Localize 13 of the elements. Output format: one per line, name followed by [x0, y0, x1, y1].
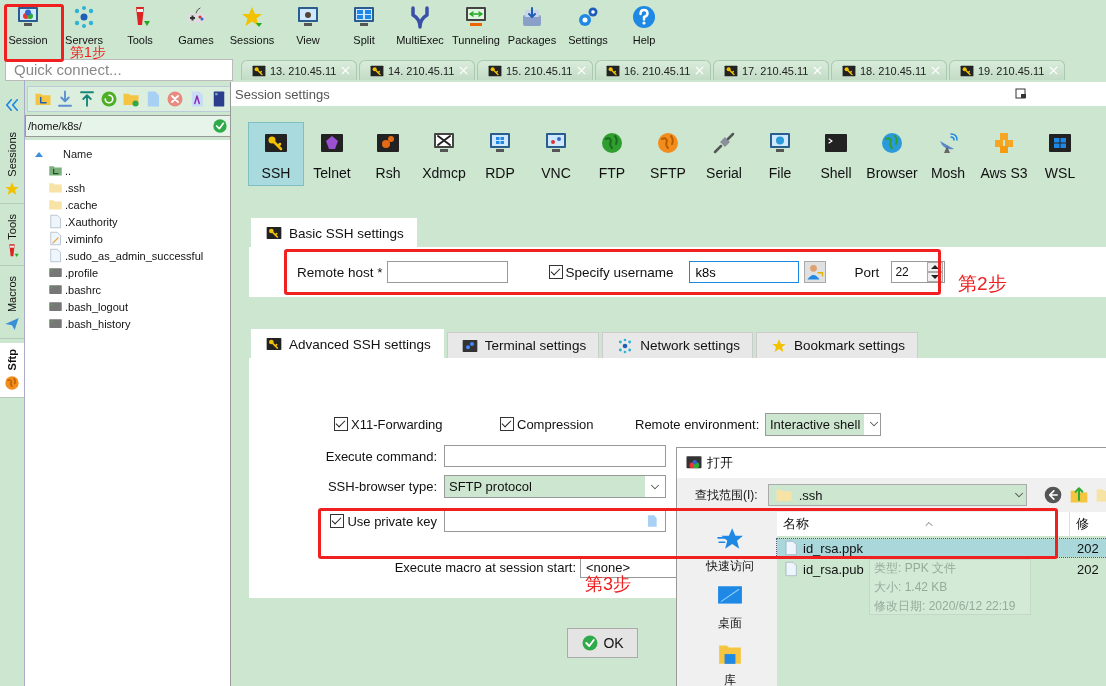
step-label: 第3步: [585, 573, 631, 596]
field-label: Execute command:: [324, 448, 437, 464]
step-label: 第2步: [958, 272, 1007, 296]
dialog-title: 打开: [707, 454, 733, 472]
field-label: 查找范围(I):: [695, 486, 758, 504]
field-label: Execute macro at session start:: [393, 559, 576, 575]
dialog-title: Session settings: [235, 86, 330, 102]
step-label: 第1步: [70, 45, 106, 59]
field-label: Remote host *: [297, 264, 383, 280]
tooltip: 类型: PPK 文件 大小: 1.42 KB 修改日期: 2020/6/12 22:19: [869, 559, 1031, 615]
field-label: Port: [854, 264, 880, 280]
field-label: Remote environment:: [635, 416, 761, 432]
field-label: SSH-browser type:: [326, 479, 437, 494]
